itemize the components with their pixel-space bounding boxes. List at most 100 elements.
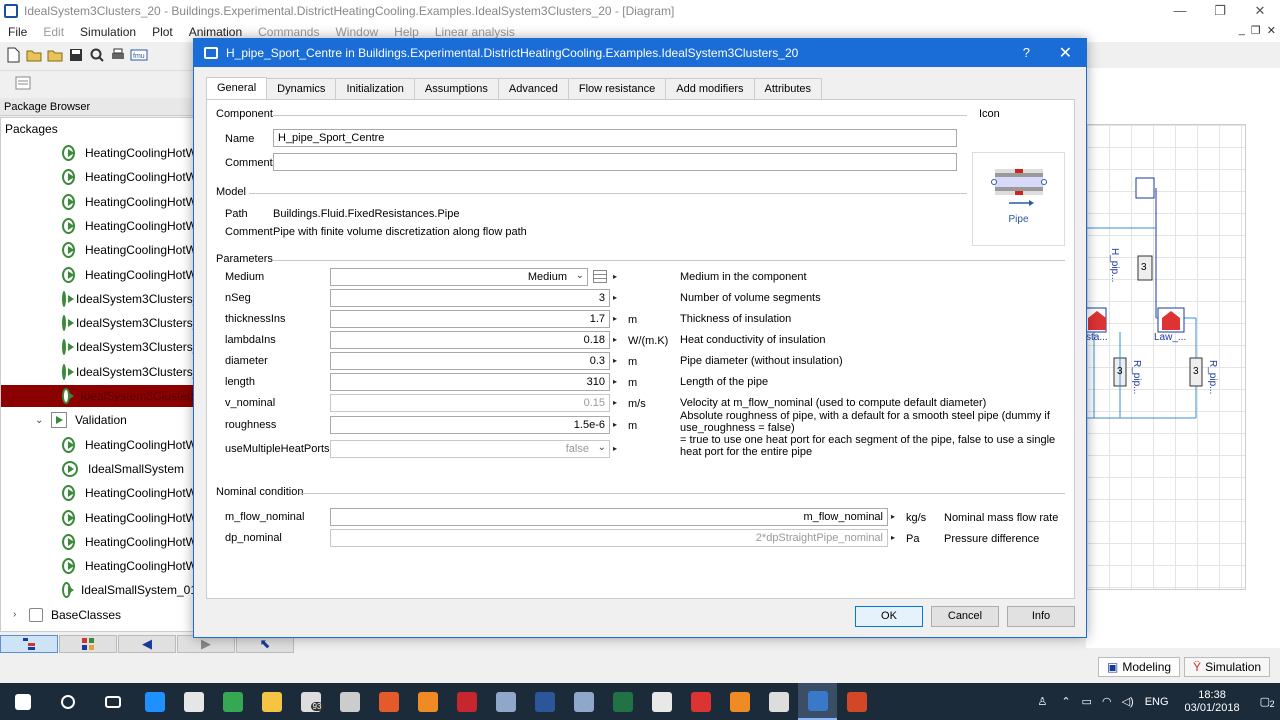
menu-file[interactable]: File <box>0 25 35 39</box>
mdi-minimize-button[interactable]: _ <box>1239 24 1245 37</box>
taskbar-app[interactable] <box>837 683 876 720</box>
package-item[interactable]: HeatingCoolingHotW <box>1 166 195 188</box>
nominal-param-field[interactable]: 2*dpStraightPipe_nominal <box>330 529 888 547</box>
param-menu-arrow-icon[interactable]: ▸ <box>611 440 619 458</box>
param-field[interactable]: 3 <box>330 289 610 307</box>
tab-flow-resistance[interactable]: Flow resistance <box>567 78 667 99</box>
components-tab[interactable] <box>59 635 117 653</box>
param-menu-arrow-icon[interactable]: ▸ <box>611 352 619 370</box>
param-menu-arrow-icon[interactable]: ▸ <box>611 289 619 307</box>
param-menu-arrow-icon[interactable]: ▸ <box>611 394 619 412</box>
browser-toggle-icon[interactable] <box>14 74 32 92</box>
menu-edit[interactable]: Edit <box>35 25 72 39</box>
chevron-down-icon[interactable]: ⌄ <box>35 415 45 426</box>
package-item[interactable]: IdealSystem3Clusters_ <box>1 361 195 383</box>
open-folder-2-icon[interactable] <box>46 46 64 64</box>
tab-advanced[interactable]: Advanced <box>497 78 569 99</box>
param-menu-arrow-icon[interactable]: ▸ <box>889 529 897 547</box>
print-icon[interactable] <box>109 46 127 64</box>
back-button[interactable]: ◀ <box>118 635 176 653</box>
package-tree-tab[interactable] <box>0 635 58 653</box>
taskbar-app[interactable] <box>642 683 681 720</box>
tab-initialization[interactable]: Initialization <box>335 78 415 99</box>
param-field[interactable]: 1.7 <box>330 310 610 328</box>
taskbar-app[interactable] <box>0 683 45 720</box>
cancel-button[interactable]: Cancel <box>931 606 999 627</box>
language-indicator[interactable]: ENG <box>1145 696 1169 708</box>
mdi-restore-button[interactable]: ❐ <box>1251 24 1261 37</box>
package-item[interactable]: HeatingCoolingHotW <box>1 531 195 553</box>
taskbar-app[interactable] <box>525 683 564 720</box>
new-file-icon[interactable] <box>4 46 22 64</box>
taskbar-app[interactable] <box>447 683 486 720</box>
taskbar-app[interactable] <box>408 683 447 720</box>
param-menu-arrow-icon[interactable]: ▸ <box>611 331 619 349</box>
tab-dynamics[interactable]: Dynamics <box>266 78 337 99</box>
open-folder-icon[interactable] <box>25 46 43 64</box>
menu-animation[interactable]: Animation <box>181 25 250 39</box>
taskbar-app[interactable] <box>720 683 759 720</box>
package-item[interactable]: IdealSystem3Clusters_ <box>1 288 195 310</box>
chevron-right-icon[interactable]: › <box>13 609 23 620</box>
taskbar-app[interactable] <box>759 683 798 720</box>
package-item[interactable]: HeatingCoolingHotW <box>1 239 195 261</box>
param-dropdown[interactable]: false ⌄ <box>330 440 610 458</box>
package-item[interactable]: HeatingCoolingHotW <box>1 507 195 529</box>
tab-general[interactable]: General <box>206 77 268 99</box>
param-field[interactable]: 0.15 <box>330 394 610 412</box>
fmu-icon[interactable]: fmu <box>130 46 148 64</box>
diagram-canvas[interactable]: H_pip... Law_... sta... R_pip... R_pip..… <box>1086 68 1280 648</box>
comment-field[interactable] <box>273 153 957 171</box>
ok-button[interactable]: OK <box>855 606 923 627</box>
package-item[interactable]: HeatingCoolingHotW <box>1 264 195 286</box>
mdi-close-button[interactable]: ✕ <box>1267 24 1276 37</box>
network-icon[interactable]: ▭ <box>1082 695 1092 708</box>
tab-assumptions[interactable]: Assumptions <box>413 78 499 99</box>
taskbar-app[interactable] <box>798 683 837 720</box>
package-item[interactable]: IdealSmallSystem_01 <box>1 579 195 601</box>
tab-add-modifiers[interactable]: Add modifiers <box>665 78 755 99</box>
package-item[interactable]: › BaseClasses <box>1 604 195 626</box>
menu-simulation[interactable]: Simulation <box>72 25 144 39</box>
package-item[interactable]: IdealSystem3Clusters_ <box>1 312 195 334</box>
taskbar-app[interactable] <box>174 683 213 720</box>
package-item[interactable]: HeatingCoolingHotW <box>1 434 195 456</box>
taskbar-app[interactable] <box>564 683 603 720</box>
taskbar-app[interactable] <box>330 683 369 720</box>
package-item[interactable]: IdealSystem3Clusters <box>1 385 195 407</box>
taskbar-app[interactable] <box>252 683 291 720</box>
package-item[interactable]: HeatingCoolingHotW <box>1 482 195 504</box>
param-field[interactable]: 0.18 <box>330 331 610 349</box>
package-item[interactable]: HeatingCoolingHotW <box>1 142 195 164</box>
taskbar-app[interactable] <box>135 683 174 720</box>
taskbar-app[interactable]: 93 <box>291 683 330 720</box>
param-field[interactable]: 0.3 <box>330 352 610 370</box>
nominal-param-field[interactable]: m_flow_nominal <box>330 508 888 526</box>
info-button[interactable]: Info <box>1007 606 1075 627</box>
tab-attributes[interactable]: Attributes <box>753 78 822 99</box>
param-dropdown[interactable]: Medium ⌄ <box>330 268 588 286</box>
param-field[interactable]: 310 <box>330 373 610 391</box>
taskbar-app[interactable] <box>213 683 252 720</box>
menu-linear-analysis[interactable]: Linear analysis <box>427 25 523 39</box>
menu-help[interactable]: Help <box>386 25 427 39</box>
menu-plot[interactable]: Plot <box>144 25 181 39</box>
package-item[interactable]: IdealSystem3Clusters_ <box>1 336 195 358</box>
param-menu-arrow-icon[interactable]: ▸ <box>611 416 619 434</box>
notifications-icon[interactable]: ▢ 2 <box>1260 695 1275 709</box>
menu-commands[interactable]: Commands <box>250 25 327 39</box>
package-item[interactable]: HeatingCoolingHotW <box>1 191 195 213</box>
minimize-button[interactable]: — <box>1160 0 1200 22</box>
close-window-button[interactable]: ✕ <box>1240 0 1280 22</box>
taskbar-app[interactable] <box>369 683 408 720</box>
volume-icon[interactable]: ◁) <box>1122 695 1134 708</box>
package-item[interactable]: HeatingCoolingHotW <box>1 215 195 237</box>
wifi-icon[interactable]: ◠ <box>1102 695 1112 708</box>
name-field[interactable]: H_pipe_Sport_Centre <box>273 129 957 147</box>
param-menu-arrow-icon[interactable]: ▸ <box>889 508 897 526</box>
modeling-tab[interactable]: ▣ Modeling <box>1098 657 1181 677</box>
taskbar-app[interactable] <box>45 683 90 720</box>
param-menu-arrow-icon[interactable]: ▸ <box>611 373 619 391</box>
param-field[interactable]: 1.5e-6 <box>330 416 610 434</box>
package-item[interactable]: HeatingCoolingHotW <box>1 555 195 577</box>
